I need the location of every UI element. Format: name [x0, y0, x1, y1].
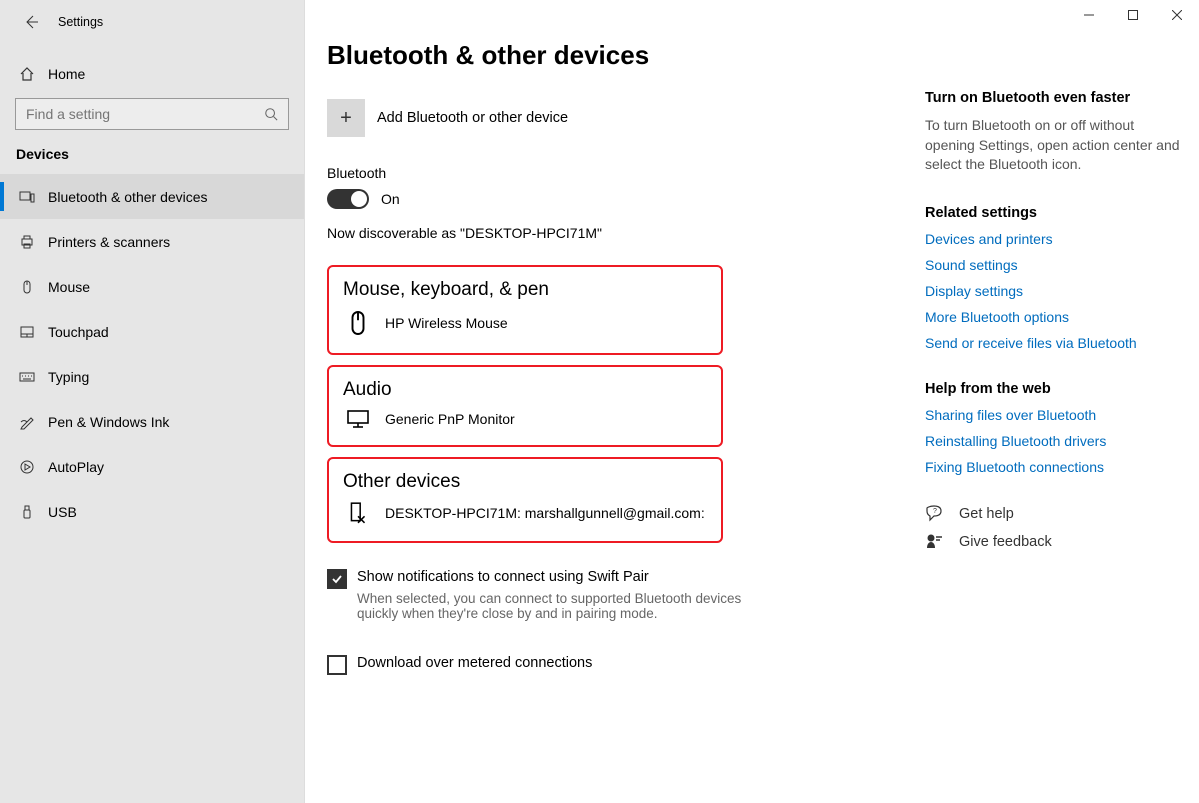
printer-icon: [16, 234, 38, 250]
home-label: Home: [48, 66, 85, 82]
get-help-button[interactable]: ? Get help: [925, 505, 1181, 523]
link-reinstall-drivers[interactable]: Reinstalling Bluetooth drivers: [925, 433, 1181, 449]
devices-icon: [16, 189, 38, 205]
link-sharing-files[interactable]: Sharing files over Bluetooth: [925, 407, 1181, 423]
device-item[interactable]: DESKTOP-HPCI71M: marshallgunnell@gmail.c…: [343, 501, 707, 525]
sidebar-item-label: Touchpad: [48, 324, 109, 340]
sidebar-item-label: AutoPlay: [48, 459, 104, 475]
tip-desc: To turn Bluetooth on or off without open…: [925, 116, 1181, 175]
bluetooth-toggle[interactable]: [327, 189, 369, 209]
tip-title: Turn on Bluetooth even faster: [925, 90, 1181, 106]
add-device-label: Add Bluetooth or other device: [377, 110, 568, 126]
card-other-devices: Other devices DESKTOP-HPCI71M: marshallg…: [327, 457, 723, 543]
svg-text:?: ?: [933, 508, 937, 515]
get-help-label: Get help: [959, 506, 1014, 522]
search-input-wrap[interactable]: [15, 98, 289, 130]
search-input[interactable]: [26, 106, 264, 122]
feedback-icon: [925, 533, 947, 551]
right-rail: Turn on Bluetooth even faster To turn Bl…: [925, 0, 1195, 803]
device-icon: [343, 501, 373, 525]
help-icon: ?: [925, 505, 947, 523]
card-title: Mouse, keyboard, & pen: [343, 279, 707, 301]
link-sound-settings[interactable]: Sound settings: [925, 257, 1181, 273]
autoplay-icon: [16, 459, 38, 475]
close-button[interactable]: [1155, 0, 1199, 30]
give-feedback-label: Give feedback: [959, 534, 1052, 550]
give-feedback-button[interactable]: Give feedback: [925, 533, 1181, 551]
sidebar-item-bluetooth[interactable]: Bluetooth & other devices: [0, 174, 304, 219]
minimize-button[interactable]: [1067, 0, 1111, 30]
sidebar: Settings Home Devices Bluetooth & other …: [0, 0, 305, 803]
plus-icon: +: [327, 99, 365, 137]
link-devices-printers[interactable]: Devices and printers: [925, 231, 1181, 247]
sidebar-item-label: USB: [48, 504, 77, 520]
window-title: Settings: [58, 15, 103, 29]
home-icon: [16, 66, 38, 82]
page-title: Bluetooth & other devices: [327, 40, 905, 71]
related-title: Related settings: [925, 205, 1181, 221]
mouse-icon: [343, 309, 373, 337]
toggle-state: On: [381, 191, 400, 207]
discoverable-text: Now discoverable as "DESKTOP-HPCI71M": [327, 225, 905, 241]
sidebar-item-label: Pen & Windows Ink: [48, 414, 169, 430]
card-mouse-keyboard: Mouse, keyboard, & pen HP Wireless Mouse: [327, 265, 723, 355]
back-button[interactable]: [16, 7, 46, 37]
add-device-button[interactable]: + Add Bluetooth or other device: [327, 99, 905, 137]
sidebar-item-printers[interactable]: Printers & scanners: [0, 219, 304, 264]
device-label: DESKTOP-HPCI71M: marshallgunnell@gmail.c…: [385, 505, 705, 521]
sidebar-item-usb[interactable]: USB: [0, 489, 304, 534]
link-display-settings[interactable]: Display settings: [925, 283, 1181, 299]
sidebar-item-typing[interactable]: Typing: [0, 354, 304, 399]
mouse-icon: [16, 279, 38, 295]
sidebar-item-label: Typing: [48, 369, 89, 385]
swift-pair-checkbox[interactable]: [327, 569, 347, 589]
card-title: Audio: [343, 379, 707, 401]
swift-pair-label: Show notifications to connect using Swif…: [357, 569, 777, 585]
link-send-receive[interactable]: Send or receive files via Bluetooth: [925, 335, 1181, 351]
metered-label: Download over metered connections: [357, 655, 592, 671]
device-item[interactable]: HP Wireless Mouse: [343, 309, 707, 337]
search-icon: [264, 107, 278, 121]
help-title: Help from the web: [925, 381, 1181, 397]
device-item[interactable]: Generic PnP Monitor: [343, 409, 707, 429]
sidebar-item-autoplay[interactable]: AutoPlay: [0, 444, 304, 489]
sidebar-item-mouse[interactable]: Mouse: [0, 264, 304, 309]
sidebar-item-label: Printers & scanners: [48, 234, 170, 250]
keyboard-icon: [16, 369, 38, 385]
card-title: Other devices: [343, 471, 707, 493]
pen-icon: [16, 414, 38, 430]
maximize-button[interactable]: [1111, 0, 1155, 30]
sidebar-group-label: Devices: [0, 140, 304, 168]
bluetooth-heading: Bluetooth: [327, 165, 905, 181]
touchpad-icon: [16, 324, 38, 340]
sidebar-item-label: Mouse: [48, 279, 90, 295]
device-label: Generic PnP Monitor: [385, 411, 515, 427]
swift-pair-desc: When selected, you can connect to suppor…: [357, 591, 777, 621]
usb-icon: [16, 504, 38, 520]
link-more-bluetooth[interactable]: More Bluetooth options: [925, 309, 1181, 325]
sidebar-home[interactable]: Home: [0, 54, 304, 90]
monitor-icon: [343, 409, 373, 429]
sidebar-item-pen[interactable]: Pen & Windows Ink: [0, 399, 304, 444]
metered-checkbox[interactable]: [327, 655, 347, 675]
card-audio: Audio Generic PnP Monitor: [327, 365, 723, 447]
link-fix-connections[interactable]: Fixing Bluetooth connections: [925, 459, 1181, 475]
sidebar-item-label: Bluetooth & other devices: [48, 189, 208, 205]
sidebar-item-touchpad[interactable]: Touchpad: [0, 309, 304, 354]
device-label: HP Wireless Mouse: [385, 315, 508, 331]
